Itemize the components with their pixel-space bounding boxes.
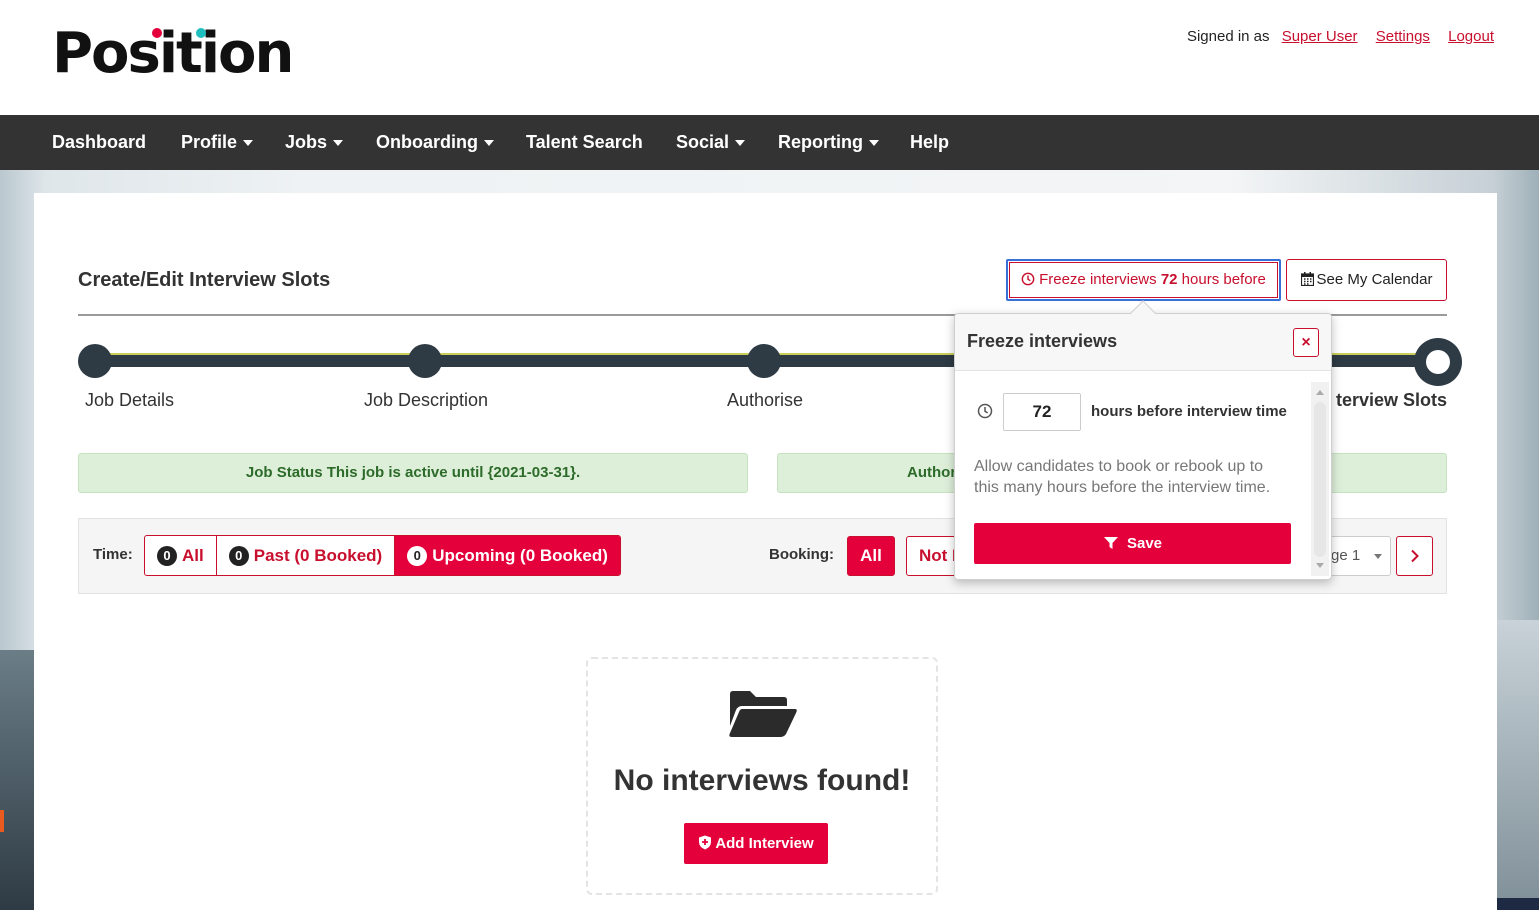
nav-profile[interactable]: Profile <box>181 115 254 170</box>
logo-dot-teal <box>196 28 206 38</box>
nav-dashboard-label: Dashboard <box>52 132 147 152</box>
settings-link[interactable]: Settings <box>1376 28 1430 45</box>
step-label-job-details: Job Details <box>85 390 175 410</box>
empty-state-message: No interviews found! <box>613 764 911 797</box>
popover-title: Freeze interviews <box>967 331 1118 351</box>
count-badge: 0 <box>157 546 177 566</box>
clock-icon <box>977 403 993 419</box>
page-select[interactable]: ge 1 <box>1326 536 1391 576</box>
folder-open-icon <box>729 691 797 737</box>
signed-in-label: Signed in as <box>1186 28 1270 45</box>
nav-talent-search[interactable]: Talent Search <box>526 115 643 170</box>
background-photo-left <box>0 650 34 910</box>
caret-down-icon <box>484 140 494 147</box>
filter-icon <box>1103 537 1118 549</box>
caret-down-icon <box>243 140 254 147</box>
popover-help-text: Allow candidates to book or rebook up to… <box>974 458 1271 496</box>
next-page-button[interactable] <box>1396 536 1433 576</box>
freeze-hours: 72 <box>1160 271 1178 288</box>
page-select-value: ge 1 <box>1331 547 1361 564</box>
time-filter-upcoming[interactable]: 0 Upcoming (0 Booked) <box>395 536 620 575</box>
booking-filter-label: Booking: <box>769 546 834 563</box>
save-label: Save <box>1126 535 1163 552</box>
authorisation-status-text: Author <box>907 464 957 481</box>
add-interview-button[interactable]: Add Interview <box>684 823 828 864</box>
count-badge: 0 <box>407 546 428 566</box>
popover-scrollbar[interactable] <box>1311 382 1329 576</box>
nav-onboarding[interactable]: Onboarding <box>376 115 494 170</box>
step-dot-job-description[interactable] <box>408 344 442 378</box>
save-button[interactable]: Save <box>974 523 1291 564</box>
freeze-interviews-button[interactable]: Freeze interviews 72 hours before <box>1006 259 1281 301</box>
nav-reporting[interactable]: Reporting <box>778 115 879 170</box>
time-filter-past[interactable]: 0 Past (0 Booked) <box>217 536 396 575</box>
step-label-interview-slots: terview Slots <box>1336 390 1448 410</box>
step-label-authorise: Authorise <box>727 390 804 410</box>
page-title: Create/Edit Interview Slots <box>78 269 331 291</box>
site-header: Position Signed in as Super User Setting… <box>0 0 1539 115</box>
feedback-side-tab[interactable] <box>0 810 4 832</box>
nav-help-label: Help <box>910 132 950 152</box>
step-dot-interview-slots[interactable] <box>1414 338 1462 386</box>
nav-reporting-label: Reporting <box>778 132 863 152</box>
count-badge: 0 <box>228 546 249 566</box>
hours-before-label: hours before interview time <box>1091 403 1287 420</box>
nav-jobs[interactable]: Jobs <box>285 115 344 170</box>
step-label-job-description: Job Description <box>364 390 489 410</box>
logout-link[interactable]: Logout <box>1448 28 1494 45</box>
time-filter-label: Time: <box>93 546 133 563</box>
user-profile-link[interactable]: Super User <box>1282 28 1358 45</box>
freeze-prefix: Freeze interviews <box>1039 271 1157 288</box>
logo-dot-red <box>152 28 162 38</box>
calendar-icon <box>1300 272 1314 287</box>
nav-talent-search-label: Talent Search <box>526 132 643 152</box>
nav-jobs-label: Jobs <box>285 132 328 152</box>
add-shield-icon <box>699 835 712 850</box>
user-bar: Signed in as Super User Settings Logout <box>1187 28 1494 45</box>
background-photo-right <box>1497 620 1539 910</box>
step-dot-job-details[interactable] <box>78 344 112 378</box>
nav-social[interactable]: Social <box>676 115 746 170</box>
time-filter-upcoming-label: Upcoming (0 Booked) <box>432 546 608 565</box>
time-filter-all-label: All <box>182 546 204 565</box>
nav-profile-label: Profile <box>181 132 238 152</box>
add-interview-label: Add Interview <box>715 835 814 852</box>
chevron-right-icon <box>1410 549 1419 563</box>
freeze-hours-input[interactable] <box>1003 393 1081 431</box>
caret-down-icon <box>869 140 879 147</box>
time-filter-all[interactable]: 0 All <box>145 536 217 575</box>
close-button[interactable]: × <box>1293 328 1319 357</box>
time-filter-group: 0 All 0 Past (0 Booked) 0 Upcoming (0 Booke… <box>144 535 621 576</box>
chevron-down-icon <box>1374 554 1382 559</box>
booking-filter-all[interactable]: All <box>847 536 895 576</box>
clock-icon <box>1021 272 1035 286</box>
nav-social-label: Social <box>676 132 730 152</box>
job-status-alert: Job Status This job is active until {202… <box>78 453 748 493</box>
calendar-label: See My Calendar <box>1316 271 1433 288</box>
position-logo[interactable]: Position <box>52 22 294 86</box>
nav-onboarding-label: Onboarding <box>376 132 478 152</box>
freeze-suffix: hours before <box>1181 271 1266 288</box>
nav-dashboard[interactable]: Dashboard <box>52 115 146 170</box>
main-navigation: Dashboard Profile Jobs Onboarding Talent… <box>0 115 1539 170</box>
caret-down-icon <box>333 140 344 147</box>
time-filter-past-label: Past (0 Booked) <box>253 546 383 565</box>
see-my-calendar-button[interactable]: See My Calendar <box>1286 259 1447 301</box>
caret-down-icon <box>735 140 746 147</box>
scroll-down-icon <box>1316 563 1324 568</box>
nav-help[interactable]: Help <box>910 115 949 170</box>
job-status-text: Job Status This job is active until {202… <box>245 464 581 481</box>
scroll-thumb[interactable] <box>1314 402 1326 557</box>
scroll-up-icon <box>1316 390 1324 395</box>
step-dot-authorise[interactable] <box>747 344 781 378</box>
